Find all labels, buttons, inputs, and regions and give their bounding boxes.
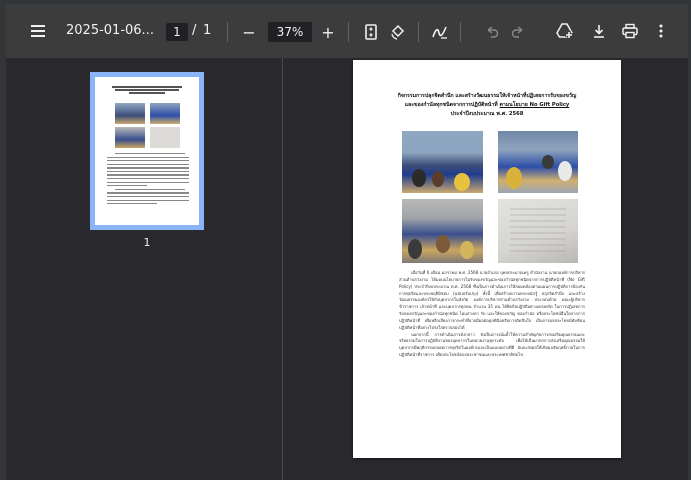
title-line-3: ประจำปีงบประมาณ พ.ศ. 2568 <box>450 111 524 117</box>
toolbar-divider <box>348 22 349 42</box>
toolbar: 2025-01-06... 1 / 1 − 37% + <box>6 4 688 58</box>
page-total: 1 <box>203 23 212 38</box>
annotate-pen-icon[interactable] <box>428 20 452 44</box>
thumbnail-photo <box>115 127 145 148</box>
thumbnail-sidebar: 1 <box>6 58 282 480</box>
fit-page-icon[interactable] <box>359 20 383 44</box>
body-paragraph-1: เมื่อวันที่ 6 เดือน มกราคม พ.ศ. 2568 นาย… <box>399 270 585 330</box>
title-policy-underlined: ตามนโยบาย No Gift Policy <box>499 102 570 108</box>
document-page: กิจกรรมการปลุกจิตสำนึก และสร้างวัฒนธรรมใ… <box>353 60 621 458</box>
body-paragraph-2: นอกจากนี้ การดำเนินการดังกล่าว ยังเป็นกา… <box>399 331 585 358</box>
meeting-photo-2 <box>498 131 578 193</box>
thumbnail-title <box>105 85 189 99</box>
undo-icon[interactable] <box>480 20 504 44</box>
document-body: เมื่อวันที่ 6 เดือน มกราคม พ.ศ. 2568 นาย… <box>399 270 585 359</box>
thumbnail-page <box>95 77 199 225</box>
zoom-in-button[interactable]: + <box>316 20 340 44</box>
page-number-input[interactable]: 1 <box>166 23 188 41</box>
document-title: กิจกรรมการปลุกจิตสำนึก และสร้างวัฒนธรรมใ… <box>369 92 605 119</box>
zoom-out-button[interactable]: − <box>237 20 261 44</box>
file-name: 2025-01-06... <box>66 23 154 38</box>
page-separator: / <box>192 23 197 38</box>
thumbnail-photo <box>150 103 180 124</box>
page-thumbnail[interactable] <box>90 72 204 230</box>
meeting-photo-1 <box>402 131 483 193</box>
thumbnail-page-number: 1 <box>143 236 151 249</box>
download-icon[interactable] <box>587 19 611 43</box>
zoom-out-label: − <box>242 22 256 42</box>
title-line-1: กิจกรรมการปลุกจิตสำนึก และสร้างวัฒนธรรมใ… <box>397 93 577 99</box>
print-icon[interactable] <box>618 19 642 43</box>
signature-sheet-photo <box>498 199 578 263</box>
meeting-photo-3 <box>402 199 483 263</box>
thumbnail-body-text <box>107 153 189 207</box>
rotate-icon[interactable] <box>386 20 410 44</box>
toolbar-divider <box>227 22 228 42</box>
zoom-in-label: + <box>321 22 335 42</box>
redo-icon[interactable] <box>506 20 530 44</box>
hamburger-menu-icon[interactable] <box>26 19 50 43</box>
save-to-drive-icon[interactable] <box>553 19 577 43</box>
title-line-2: และของกำนัลทุกชนิดจากการปฏิบัติหน้าที่ ต… <box>369 101 605 110</box>
toolbar-divider <box>418 22 419 42</box>
toolbar-divider <box>460 22 461 42</box>
title-line-2-prefix: และของกำนัลทุกชนิดจากการปฏิบัติหน้าที่ <box>404 102 498 108</box>
pdf-viewer: 2025-01-06... 1 / 1 − 37% + 1 กิจกรรมการ… <box>0 0 691 480</box>
thumbnail-photo <box>150 127 180 148</box>
zoom-input[interactable]: 37% <box>268 22 312 42</box>
more-options-icon[interactable] <box>649 19 673 43</box>
thumbnail-photo <box>115 103 145 124</box>
document-viewer[interactable]: กิจกรรมการปลุกจิตสำนึก และสร้างวัฒนธรรมใ… <box>283 58 688 480</box>
